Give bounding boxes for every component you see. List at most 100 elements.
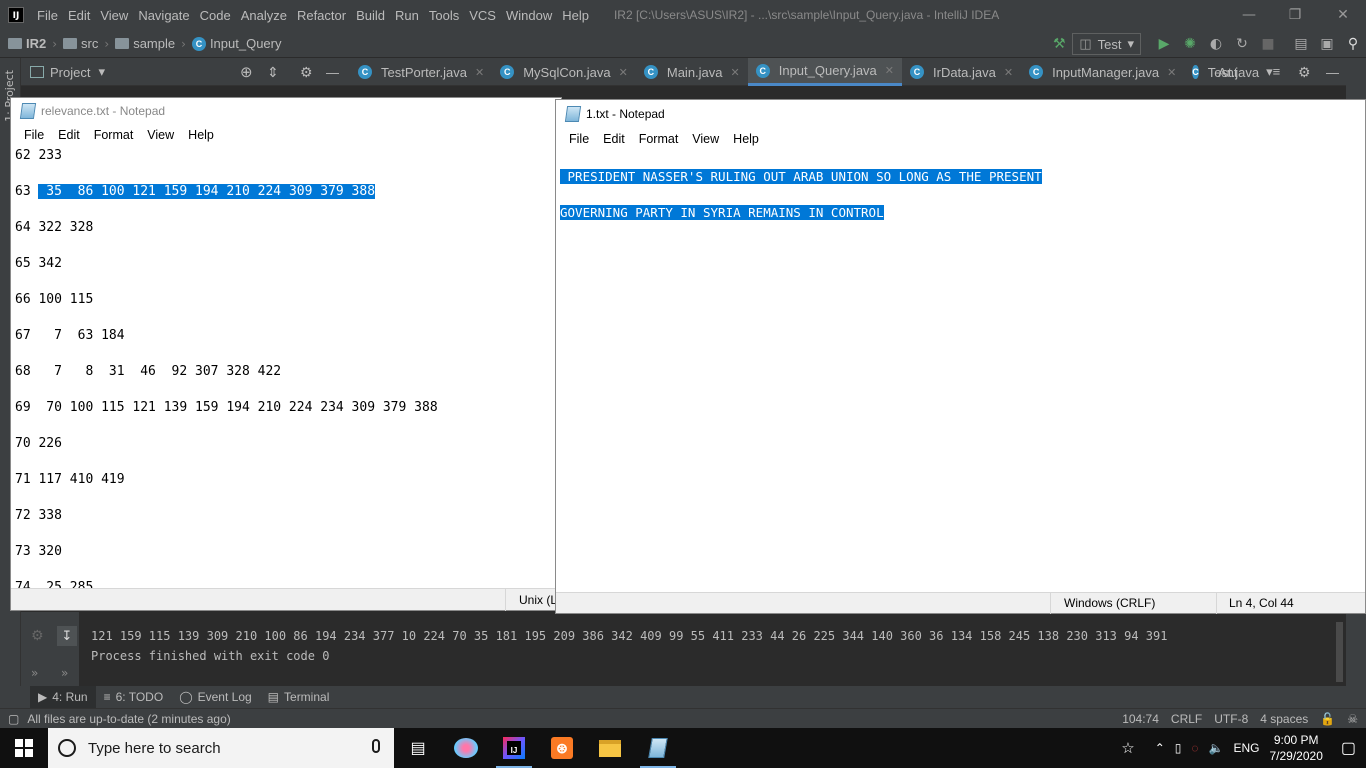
- close-tab-icon[interactable]: ✕: [731, 66, 740, 79]
- tool-windows-toggle-icon[interactable]: ▢: [8, 712, 19, 726]
- clock[interactable]: 9:00 PM 7/29/2020: [1269, 732, 1322, 764]
- chevron-up-icon[interactable]: ⌃: [1155, 741, 1165, 755]
- layout-icon[interactable]: ▣: [1317, 34, 1337, 54]
- stop-icon[interactable]: ■: [1258, 34, 1278, 54]
- run-config-select[interactable]: ◫ Test ▾: [1072, 33, 1141, 55]
- text-line: 65 342: [15, 256, 62, 271]
- debug-icon[interactable]: ✺: [1180, 34, 1200, 54]
- start-button[interactable]: [0, 728, 48, 768]
- app-icon-pixel[interactable]: [442, 728, 490, 768]
- microphone-icon[interactable]: [372, 739, 380, 753]
- menu-format[interactable]: Format: [87, 128, 141, 142]
- build-hammer-icon[interactable]: ⚒: [1049, 34, 1069, 54]
- lock-icon[interactable]: 🔓: [1320, 712, 1335, 726]
- run-icon[interactable]: ▶: [1154, 34, 1174, 54]
- close-tab-icon[interactable]: ✕: [1004, 66, 1013, 79]
- notifications-icon[interactable]: ▢: [1341, 738, 1356, 758]
- selected-text: 35 86 100 121 159 194 210 224 309 379 38…: [38, 184, 376, 199]
- menu-file[interactable]: File: [32, 8, 63, 23]
- search-icon[interactable]: ⚲: [1343, 34, 1363, 54]
- tab-irdata[interactable]: C IrData.java ✕: [902, 58, 1021, 86]
- close-tab-icon[interactable]: ✕: [619, 66, 628, 79]
- task-view-icon[interactable]: ▤: [394, 728, 442, 768]
- tool-window-terminal[interactable]: ▤ Terminal: [260, 686, 338, 708]
- notepad-titlebar: 1.txt - Notepad: [556, 100, 1365, 128]
- menu-file[interactable]: File: [562, 132, 596, 146]
- network-icon[interactable]: ◌: [1191, 741, 1198, 755]
- intellij-taskbar-icon[interactable]: IJ: [490, 728, 538, 768]
- notepad-text-area[interactable]: PRESIDENT NASSER'S RULING OUT ARAB UNION…: [556, 168, 1365, 588]
- menu-window[interactable]: Window: [501, 8, 557, 23]
- volume-icon[interactable]: 🔈: [1209, 741, 1224, 755]
- menu-help[interactable]: Help: [181, 128, 221, 142]
- file-encoding[interactable]: UTF-8: [1214, 712, 1248, 726]
- people-icon[interactable]: ☆: [1121, 739, 1134, 757]
- menu-view[interactable]: View: [95, 8, 133, 23]
- settings-icon[interactable]: ⚙: [31, 628, 44, 644]
- taskbar-search-box[interactable]: Type here to search: [48, 728, 394, 768]
- coverage-icon[interactable]: ◐: [1206, 34, 1226, 54]
- project-panel-title[interactable]: Project: [50, 65, 90, 80]
- tab-testporter[interactable]: C TestPorter.java ✕: [350, 58, 492, 86]
- collapse-icon[interactable]: ⇕: [267, 64, 279, 81]
- expand-icon[interactable]: »: [61, 666, 68, 680]
- menu-help[interactable]: Help: [557, 8, 594, 23]
- profile-icon[interactable]: ↻: [1232, 34, 1252, 54]
- close-tab-icon[interactable]: ✕: [475, 66, 484, 79]
- menu-navigate[interactable]: Navigate: [133, 8, 194, 23]
- notepad-status-bar: Windows (CRLF) Ln 4, Col 44: [556, 592, 1365, 614]
- line-separator[interactable]: CRLF: [1171, 712, 1202, 726]
- menu-format[interactable]: Format: [632, 132, 686, 146]
- notepad-taskbar-icon[interactable]: [634, 728, 682, 768]
- chevron-right-icon: ›: [181, 36, 186, 51]
- close-icon[interactable]: ✕: [1320, 0, 1366, 30]
- menu-file[interactable]: File: [17, 128, 51, 142]
- tab-main[interactable]: C Main.java ✕: [636, 58, 748, 86]
- inspector-icon[interactable]: ☠: [1347, 712, 1358, 726]
- menu-refactor[interactable]: Refactor: [292, 8, 351, 23]
- menu-build[interactable]: Build: [351, 8, 390, 23]
- menu-vcs[interactable]: VCS: [464, 8, 501, 23]
- breadcrumb-class[interactable]: C Input_Query: [191, 36, 281, 51]
- tool-window-event-log[interactable]: ◯ Event Log: [171, 686, 259, 708]
- menu-view[interactable]: View: [685, 132, 726, 146]
- project-structure-icon[interactable]: ▤: [1291, 34, 1311, 54]
- gear-icon[interactable]: ⚙: [1298, 64, 1311, 81]
- menu-view[interactable]: View: [140, 128, 181, 142]
- tool-window-todo[interactable]: ≡ 6: TODO: [96, 686, 172, 708]
- hide-icon[interactable]: —: [1326, 65, 1339, 80]
- close-tab-icon[interactable]: ✕: [1167, 66, 1176, 79]
- tool-window-run[interactable]: ▶ 4: Run: [30, 686, 96, 708]
- menu-help[interactable]: Help: [726, 132, 766, 146]
- notepad-text-area[interactable]: 62 233 63 35 86 100 121 159 194 210 224 …: [11, 147, 561, 589]
- menu-tools[interactable]: Tools: [424, 8, 464, 23]
- menu-edit[interactable]: Edit: [63, 8, 95, 23]
- tab-input-query[interactable]: C Input_Query.java ✕: [747, 58, 902, 86]
- gear-icon[interactable]: ⚙: [300, 64, 313, 81]
- menu-edit[interactable]: Edit: [596, 132, 632, 146]
- menu-analyze[interactable]: Analyze: [236, 8, 292, 23]
- restore-icon[interactable]: ❐: [1272, 0, 1318, 30]
- breadcrumb-src[interactable]: src: [63, 36, 98, 51]
- battery-icon[interactable]: ▯: [1175, 741, 1182, 755]
- xampp-icon[interactable]: ⊛: [538, 728, 586, 768]
- tab-mysqlcon[interactable]: C MySqlCon.java ✕: [492, 58, 636, 86]
- tab-inputmanager[interactable]: C InputManager.java ✕: [1021, 58, 1184, 86]
- close-tab-icon[interactable]: ✕: [885, 64, 894, 77]
- minimize-icon[interactable]: —: [1226, 0, 1272, 30]
- menu-run[interactable]: Run: [390, 8, 424, 23]
- hide-icon[interactable]: —: [326, 65, 339, 80]
- scroll-to-end-icon[interactable]: ↧: [57, 626, 77, 646]
- language-indicator[interactable]: ENG: [1233, 741, 1259, 755]
- scrollbar[interactable]: [1336, 622, 1343, 682]
- expand-icon[interactable]: »: [31, 666, 38, 680]
- file-explorer-icon[interactable]: [586, 728, 634, 768]
- breadcrumb-project[interactable]: IR2: [8, 36, 46, 51]
- menu-edit[interactable]: Edit: [51, 128, 87, 142]
- caret-position[interactable]: 104:74: [1122, 712, 1159, 726]
- breadcrumb-sample[interactable]: sample: [115, 36, 175, 51]
- indent-setting[interactable]: 4 spaces: [1260, 712, 1308, 726]
- menu-code[interactable]: Code: [195, 8, 236, 23]
- chevron-down-icon[interactable]: ▾: [98, 64, 105, 80]
- locate-icon[interactable]: ⊕: [240, 63, 253, 81]
